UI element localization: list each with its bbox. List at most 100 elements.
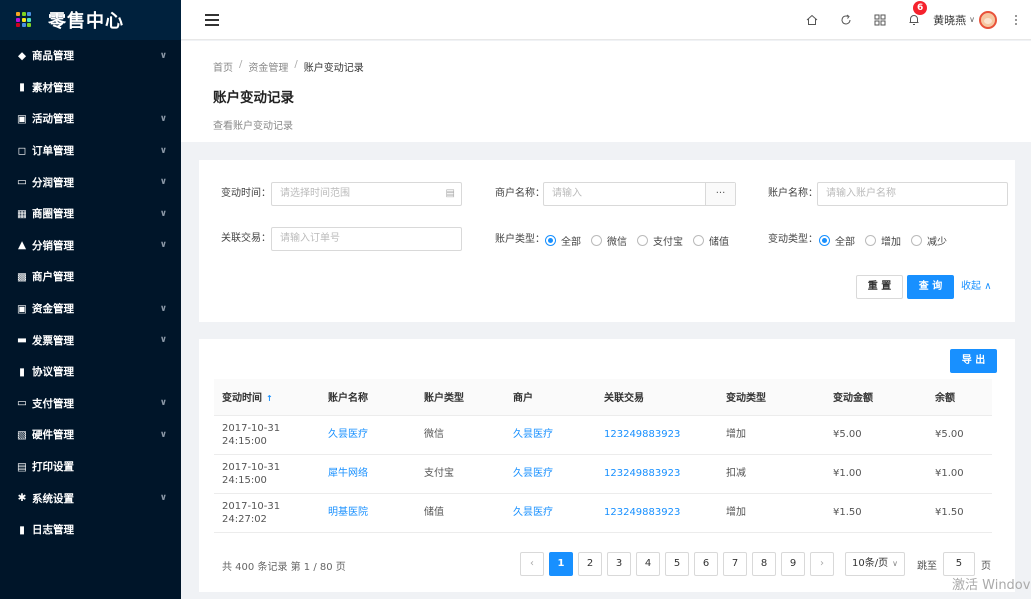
cell-amount: ¥5.00 [825, 415, 927, 455]
page-button-2[interactable]: 2 [578, 552, 602, 576]
logo[interactable]: 零售中心 [0, 0, 181, 40]
trade-link[interactable]: 123249883923 [604, 429, 680, 440]
account-link[interactable]: 久昙医疗 [328, 429, 368, 440]
document-icon: ▮ [19, 365, 25, 378]
notification-badge: 6 [913, 0, 928, 15]
merchant-placeholder: 请输入 [552, 188, 582, 199]
trade-link[interactable]: 123249883923 [604, 507, 680, 518]
sort-up-icon[interactable]: ↑ [266, 394, 273, 403]
page-button-6[interactable]: 6 [694, 552, 718, 576]
trade-link[interactable]: 123249883923 [604, 468, 680, 479]
sidebar-item-15[interactable]: ✱ 系统设置 ∨ [0, 482, 181, 514]
sidebar-item-7[interactable]: ▲ 分销管理 ∨ [0, 230, 181, 262]
page-button-3[interactable]: 3 [607, 552, 631, 576]
merchant-link[interactable]: 久昙医疗 [513, 429, 553, 440]
menu-toggle-icon[interactable] [205, 13, 219, 26]
invoice-icon: ▬ [17, 334, 27, 347]
account-type-all[interactable]: 全部 [545, 233, 581, 248]
jump-page-input[interactable]: 5 [942, 552, 975, 576]
refresh-icon[interactable] [829, 0, 863, 40]
merchant-input[interactable]: 请输入 ··· [543, 182, 736, 206]
merchant-link[interactable]: 久昙医疗 [513, 468, 553, 479]
sidebar-item-1[interactable]: ◆ 商品管理 ∨ [0, 40, 181, 72]
grid-icon[interactable] [863, 0, 897, 40]
table-row: 2017-10-31 24:15:00 久昙医疗 微信 久昙医疗 123249883923… [214, 415, 992, 455]
page-size-select[interactable]: 10条/页 ∨ [845, 552, 905, 576]
cell-time-clock: 24:27:02 [222, 513, 267, 525]
change-type-decrease[interactable]: 减少 [911, 233, 947, 248]
col-header-time[interactable]: 变动时间 ↑ [214, 379, 320, 416]
order-number-input[interactable]: 请输入订单号 [271, 227, 462, 251]
account-type-alipay[interactable]: 支付宝 [637, 233, 683, 248]
page-header: 首页 / 资金管理 / 账户变动记录 账户变动记录 查看账户变动记录 [181, 41, 1031, 142]
sidebar-item-6[interactable]: ▦ 商圈管理 ∨ [0, 198, 181, 230]
page-button-7[interactable]: 7 [723, 552, 747, 576]
chevron-down-icon: ∨ [159, 429, 167, 440]
breadcrumb-fund[interactable]: 资金管理 [248, 59, 288, 74]
sidebar-item-8[interactable]: ▩ 商户管理 [0, 261, 181, 293]
cell-merchant: 久昙医疗 [505, 415, 596, 455]
merchant-icon: ▩ [17, 270, 27, 283]
sidebar-item-label: 商户管理 [32, 271, 74, 284]
account-link[interactable]: 犀牛网络 [328, 468, 368, 479]
sidebar-item-label: 商圈管理 [32, 208, 74, 221]
account-name-placeholder: 请输入账户名称 [826, 188, 896, 199]
page-button-4[interactable]: 4 [636, 552, 660, 576]
avatar [979, 10, 997, 29]
user-menu[interactable]: 黄晓燕 ∨ [933, 10, 997, 29]
cell-trade: 123249883923 [596, 415, 718, 455]
cell-time: 2017-10-31 24:27:02 [214, 493, 320, 533]
page-button-5[interactable]: 5 [665, 552, 689, 576]
page-button-8[interactable]: 8 [752, 552, 776, 576]
sidebar-item-11[interactable]: ▮ 协议管理 [0, 356, 181, 388]
chevron-down-icon: ∨ [159, 240, 167, 251]
prev-page-button[interactable]: ‹ [520, 552, 544, 576]
search-button[interactable]: 查 询 [907, 275, 954, 299]
export-button[interactable]: 导 出 [950, 349, 997, 373]
sidebar-item-16[interactable]: ▮ 日志管理 [0, 514, 181, 546]
col-header-account: 账户名称 [320, 379, 416, 416]
merchant-link[interactable]: 久昙医疗 [513, 507, 553, 518]
chevron-down-icon: ∨ [159, 177, 167, 188]
sidebar-item-14[interactable]: ▤ 打印设置 [0, 451, 181, 483]
page-button-9[interactable]: 9 [781, 552, 805, 576]
chevron-down-icon: ∨ [159, 208, 167, 219]
page-button-1[interactable]: 1 [549, 552, 573, 576]
chevron-down-icon: ∨ [159, 398, 167, 409]
chevron-down-icon: ∨ [159, 113, 167, 124]
account-type-stored-value[interactable]: 储值 [693, 233, 729, 248]
sidebar-item-5[interactable]: ▭ 分润管理 ∨ [0, 166, 181, 198]
order-icon: ◻ [17, 144, 27, 157]
reset-button[interactable]: 重 置 [856, 275, 903, 299]
trade-label: 关联交易： [221, 233, 271, 244]
change-type-increase[interactable]: 增加 [865, 233, 901, 248]
table-row: 2017-10-31 24:15:00 犀牛网络 支付宝 久昙医疗 12324988392… [214, 454, 992, 494]
collapse-link[interactable]: 收起 ∧ [961, 275, 992, 299]
breadcrumb-sep: / [294, 59, 298, 70]
sidebar-item-2[interactable]: ▮ 素材管理 [0, 72, 181, 104]
sidebar-item-13[interactable]: ▧ 硬件管理 ∨ [0, 419, 181, 451]
bell-icon[interactable]: 6 [897, 0, 931, 40]
next-page-button[interactable]: › [810, 552, 834, 576]
account-type-wechat[interactable]: 微信 [591, 233, 627, 248]
breadcrumb-home[interactable]: 首页 [213, 59, 233, 74]
sidebar-item-4[interactable]: ◻ 订单管理 ∨ [0, 135, 181, 167]
cell-change-type: 增加 [718, 415, 825, 455]
home-icon[interactable] [795, 0, 829, 40]
chevron-down-icon: ∨ [159, 493, 167, 504]
merchant-select-button[interactable]: ··· [705, 183, 735, 205]
sidebar-item-10[interactable]: ▬ 发票管理 ∨ [0, 324, 181, 356]
account-link[interactable]: 明基医院 [328, 507, 368, 518]
breadcrumb: 首页 / 资金管理 / 账户变动记录 [213, 59, 1031, 74]
account-name-input[interactable]: 请输入账户名称 [817, 182, 1008, 206]
sidebar-item-label: 资金管理 [32, 303, 74, 316]
time-range-picker[interactable]: 请选择时间范围 ▤ [271, 182, 462, 206]
more-vertical-icon[interactable] [1015, 14, 1017, 25]
change-type-all[interactable]: 全部 [819, 233, 855, 248]
cell-account: 明基医院 [320, 493, 416, 533]
sidebar-item-12[interactable]: ▭ 支付管理 ∨ [0, 388, 181, 420]
sidebar-item-3[interactable]: ▣ 活动管理 ∨ [0, 103, 181, 135]
file-icon: ▮ [19, 81, 25, 94]
sidebar-item-9[interactable]: ▣ 资金管理 ∨ [0, 293, 181, 325]
cell-merchant: 久昙医疗 [505, 454, 596, 494]
